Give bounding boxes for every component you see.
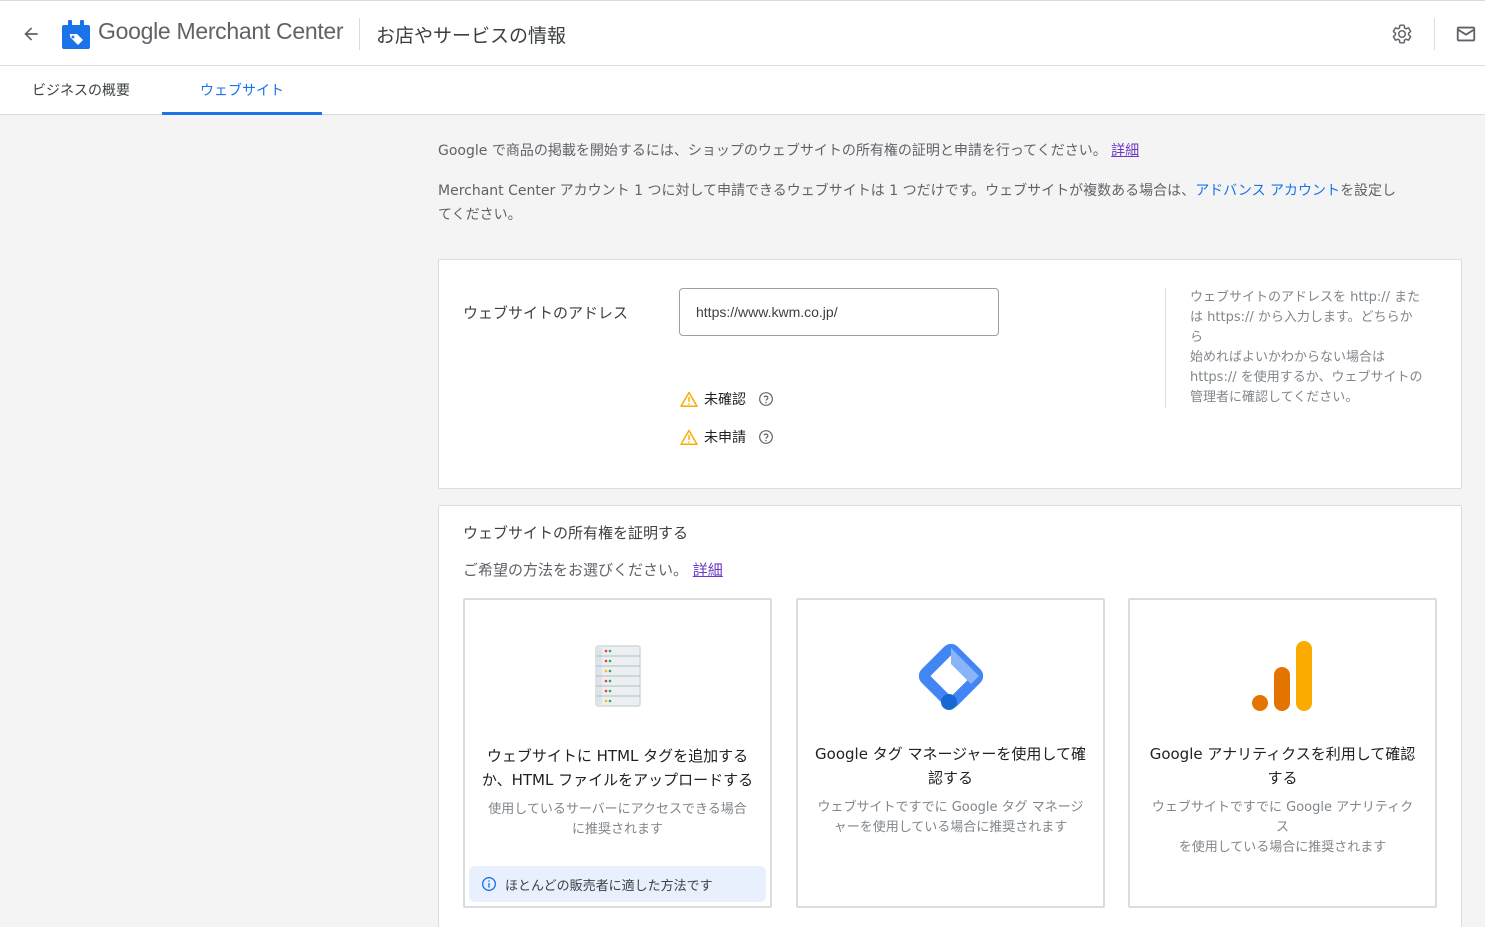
intro-text-2: Merchant Center アカウント 1 つに対して申請できるウェブサイト…: [438, 183, 1196, 199]
method-html-tag-card[interactable]: ウェブサイトに HTML タグを追加する か、HTML ファイルをアップロードす…: [463, 598, 772, 908]
intro-text-1: Google で商品の掲載を開始するには、ショップのウェブサイトの所有権の証明と…: [438, 143, 1107, 159]
method-analytics-card[interactable]: Google アナリティクスを利用して確認 する ウェブサイトですでに Goog…: [1128, 598, 1437, 908]
website-address-help: ウェブサイトのアドレスを http:// また は https:// から入力し…: [1165, 288, 1425, 408]
tab-bar: ビジネスの概要 ウェブサイト: [0, 66, 1485, 115]
intro-text-2-post: を設定し: [1340, 183, 1397, 199]
brand-google: Google: [98, 18, 171, 44]
method-title-line: Google タグ マネージャーを使用して確: [815, 745, 1086, 763]
method-icon-area: [465, 640, 770, 712]
analytics-icon: [1251, 641, 1312, 711]
status-unverified-label: 未確認: [704, 392, 746, 408]
tag-manager-icon: [918, 643, 983, 710]
warning-icon: [680, 429, 698, 445]
top-app-bar: Google Merchant Center お店やサービスの情報: [0, 0, 1485, 66]
advanced-account-link[interactable]: アドバンス アカウント: [1195, 183, 1340, 199]
method-title-line: する: [1267, 769, 1298, 787]
messages-button[interactable]: [1452, 20, 1480, 48]
header-divider-right: [1434, 18, 1435, 50]
method-tag-manager-card[interactable]: Google タグ マネージャーを使用して確 認する ウェブサイトですでに Go…: [796, 598, 1105, 908]
status-unsubmitted: 未申請: [680, 427, 774, 447]
help-icon[interactable]: [758, 391, 774, 407]
verify-subtitle-text: ご希望の方法をお選びください。: [463, 561, 689, 579]
method-desc-line: ウェブサイトですでに Google アナリティクス: [1151, 800, 1414, 835]
verify-learn-more-link[interactable]: 詳細: [693, 561, 723, 579]
method-icon-area: [798, 640, 1103, 712]
method-title-line: Google アナリティクスを利用して確認: [1149, 745, 1416, 763]
gear-icon: [1392, 24, 1412, 44]
page-title: お店やサービスの情報: [376, 25, 567, 47]
website-address-card: ウェブサイトのアドレス 未確認 未申請 ウェブサイトのアドレスを http://…: [438, 259, 1462, 489]
recommended-badge: ほとんどの販売者に適した方法です: [469, 866, 766, 902]
header-divider: [359, 18, 360, 50]
info-icon: [482, 877, 496, 891]
method-desc-line: を使用している場合に推奨されます: [1178, 840, 1387, 855]
recommended-badge-text: ほとんどの販売者に適した方法です: [505, 878, 713, 894]
method-title: Google タグ マネージャーを使用して確 認する: [810, 742, 1091, 790]
learn-more-link[interactable]: 詳細: [1111, 143, 1139, 159]
help-line: 管理者に確認してください。: [1190, 390, 1359, 405]
back-button[interactable]: [16, 19, 46, 49]
merchant-center-logo: [62, 19, 90, 49]
intro-text-3: てください。: [438, 207, 522, 223]
settings-button[interactable]: [1388, 20, 1416, 48]
method-icon-area: [1130, 640, 1435, 712]
server-icon: [594, 645, 641, 707]
status-unverified: 未確認: [680, 389, 774, 409]
method-title: ウェブサイトに HTML タグを追加する か、HTML ファイルをアップロードす…: [477, 744, 758, 792]
help-icon[interactable]: [758, 429, 774, 445]
help-line: ウェブサイトのアドレスを http:// また: [1190, 290, 1421, 305]
method-description: ウェブサイトですでに Google タグ マネージ ャーを使用している場合に推奨…: [814, 798, 1087, 838]
method-title-line: 認する: [927, 769, 973, 787]
method-desc-line: に推奨されます: [571, 822, 663, 837]
arrow-back-icon: [24, 27, 38, 41]
help-line: https:// を使用するか、ウェブサイトの: [1190, 370, 1423, 385]
tab-business-overview[interactable]: ビジネスの概要: [16, 66, 146, 114]
intro-line-1: Google で商品の掲載を開始するには、ショップのウェブサイトの所有権の証明と…: [438, 139, 1139, 163]
method-desc-line: ャーを使用している場合に推奨されます: [833, 820, 1068, 835]
website-address-label: ウェブサイトのアドレス: [463, 304, 629, 322]
status-unsubmitted-label: 未申請: [704, 430, 746, 446]
verify-ownership-card: ウェブサイトの所有権を証明する ご希望の方法をお選びください。 詳細 ウェブサイ…: [438, 505, 1462, 927]
method-desc-line: ウェブサイトですでに Google タグ マネージ: [817, 800, 1084, 815]
help-line: は https:// から入力します。どちらから: [1190, 310, 1413, 345]
method-description: ウェブサイトですでに Google アナリティクス を使用している場合に推奨され…: [1146, 798, 1419, 858]
brand-name: Google Merchant Center: [98, 18, 344, 45]
method-title-line: か、HTML ファイルをアップロードする: [481, 771, 754, 789]
method-description: 使用しているサーバーにアクセスできる場合 に推奨されます: [481, 800, 754, 840]
method-title-line: ウェブサイトに HTML タグを追加する: [486, 747, 749, 765]
method-desc-line: 使用しているサーバーにアクセスできる場合: [488, 802, 747, 817]
website-url-input[interactable]: [679, 288, 999, 336]
warning-icon: [680, 391, 698, 407]
help-line: 始めればよいかわからない場合は: [1190, 350, 1386, 365]
verify-section-subtitle: ご希望の方法をお選びください。 詳細: [463, 559, 723, 580]
verify-section-title: ウェブサイトの所有権を証明する: [463, 524, 689, 542]
brand-product: Merchant Center: [176, 18, 344, 44]
intro-line-2: Merchant Center アカウント 1 つに対して申請できるウェブサイト…: [438, 179, 1468, 227]
tab-website[interactable]: ウェブサイト: [162, 66, 322, 115]
mail-icon: [1456, 26, 1476, 42]
method-title: Google アナリティクスを利用して確認 する: [1142, 742, 1423, 790]
